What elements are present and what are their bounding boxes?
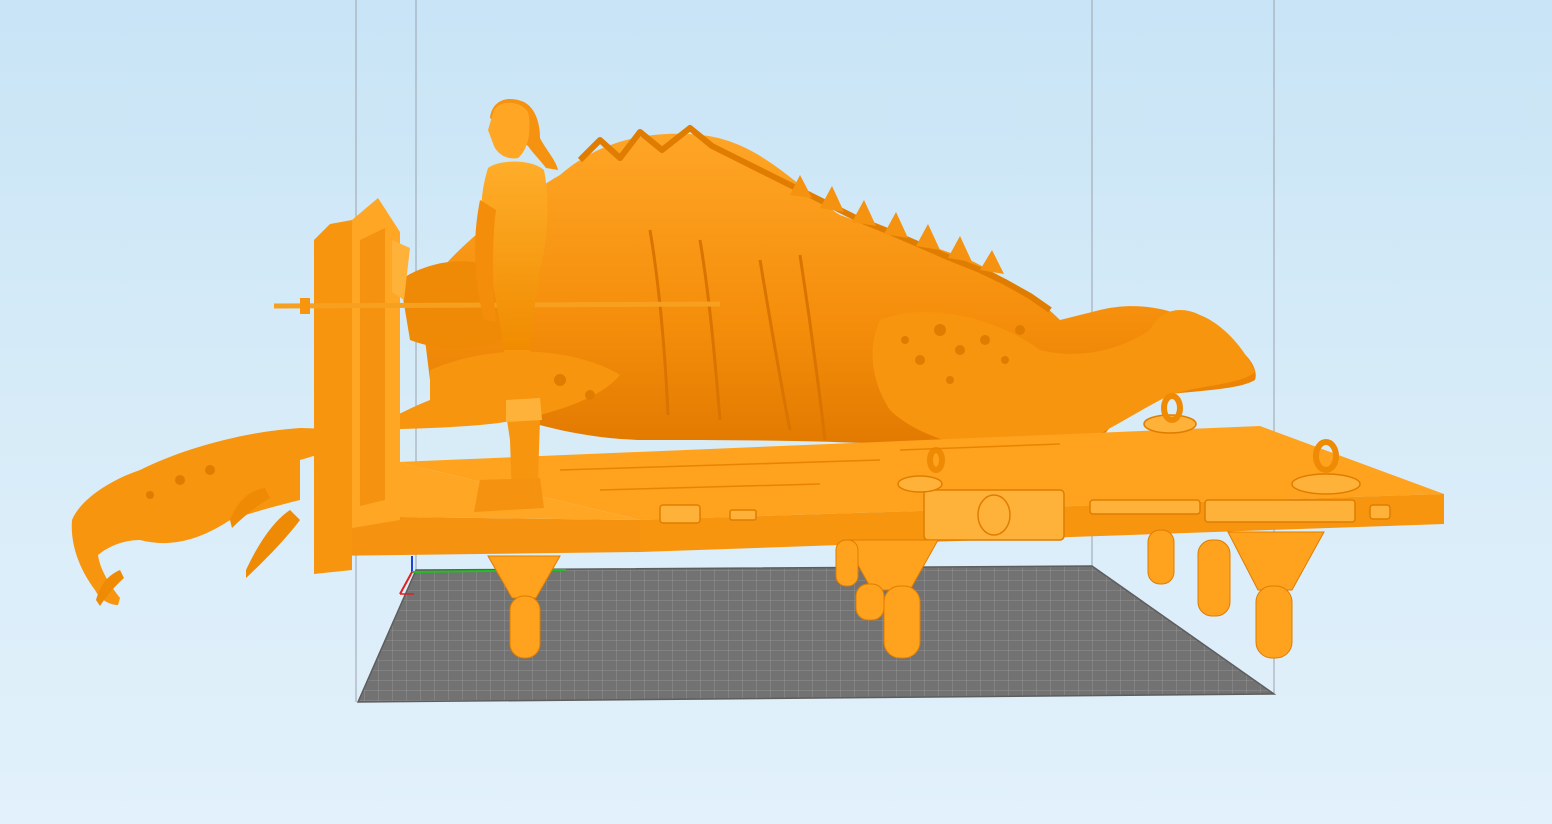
3d-viewport[interactable]	[0, 0, 1552, 824]
build-plate	[356, 565, 1277, 703]
scene-canvas[interactable]	[0, 0, 1552, 824]
